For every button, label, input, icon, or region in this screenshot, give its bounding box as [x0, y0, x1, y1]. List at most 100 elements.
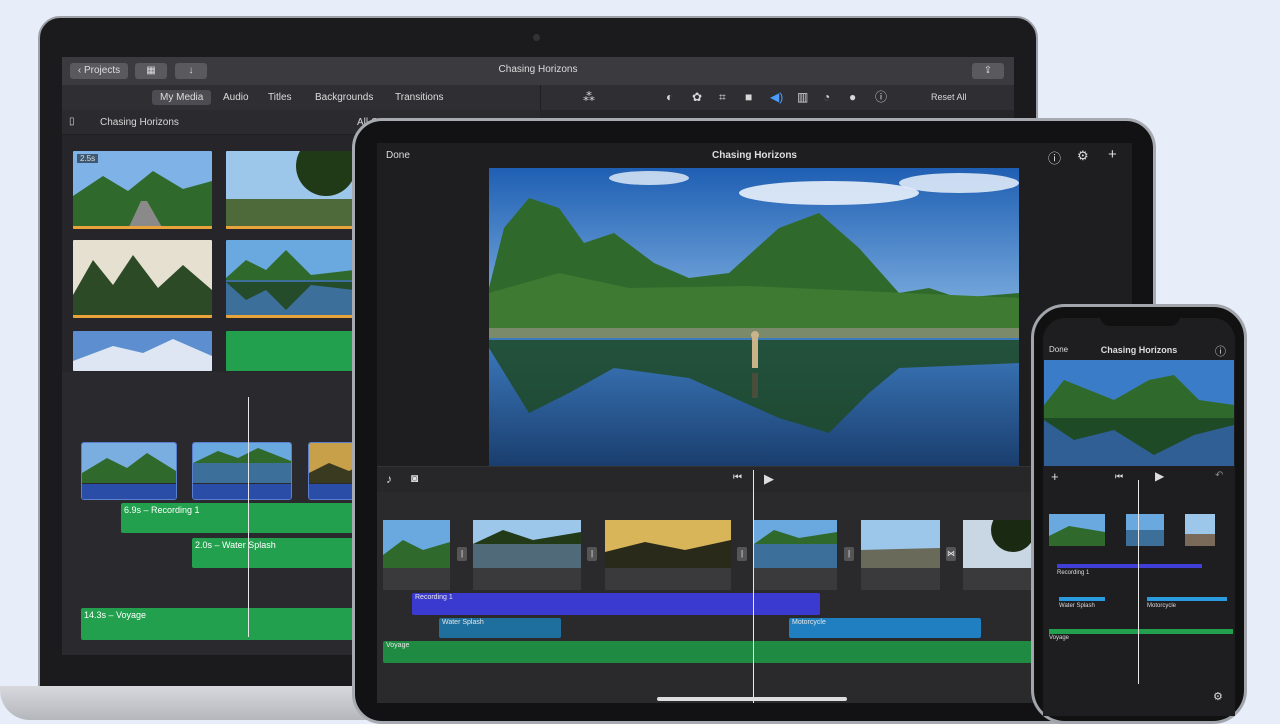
transition-marker[interactable]: | [587, 547, 597, 561]
transition-marker[interactable]: | [457, 547, 467, 561]
color-palette-icon[interactable]: ✿ [692, 90, 702, 104]
share-icon: ⇪ [983, 65, 993, 76]
ipad-timeline: | | | | ⋈ Recording 1 Water Splash Motor… [377, 470, 1132, 703]
video-clip[interactable] [473, 520, 581, 590]
water-splash-audio-clip[interactable]: 2.0s – Water Splash [192, 538, 362, 568]
play-icon[interactable]: ▶ [1155, 469, 1164, 483]
media-thumbnail[interactable] [226, 151, 354, 229]
playhead[interactable] [248, 397, 249, 637]
camera-icon[interactable]: ■ [745, 90, 752, 104]
crop-icon[interactable]: ⌗ [719, 90, 726, 104]
video-clip[interactable] [963, 520, 1033, 590]
settings-icon[interactable]: ⚙ [1213, 690, 1223, 703]
clip-frame [605, 520, 731, 568]
video-preview [1044, 360, 1234, 466]
video-preview [489, 168, 1019, 466]
library-title: Chasing Horizons [100, 117, 179, 128]
window-title: Chasing Horizons [498, 64, 578, 75]
lake-reflection-image [226, 240, 354, 318]
media-thumbnail[interactable]: 2.5s [73, 151, 212, 229]
speed-icon[interactable]: ◔ [823, 90, 830, 104]
video-clip[interactable] [1185, 514, 1215, 546]
clip-frame [1126, 514, 1164, 546]
audio-thumbnail[interactable] [226, 331, 354, 371]
transition-marker[interactable]: | [737, 547, 747, 561]
used-indicator [73, 315, 212, 318]
playhead[interactable] [753, 470, 754, 703]
play-icon[interactable]: ▶ [764, 471, 774, 487]
microphone-icon[interactable]: ♪ [386, 472, 392, 486]
used-indicator [73, 226, 212, 229]
video-clip[interactable] [383, 520, 450, 590]
color-balance-icon[interactable]: ◐ [666, 90, 673, 104]
video-clip[interactable] [1126, 514, 1164, 546]
project-title: Chasing Horizons [711, 150, 797, 161]
video-clip[interactable] [861, 520, 940, 590]
clip-frame [1049, 514, 1105, 546]
video-clip[interactable] [754, 520, 837, 590]
undo-icon[interactable]: ↶ [1215, 470, 1223, 481]
filter-icon[interactable]: ● [849, 90, 856, 104]
share-button[interactable]: ⇪ [972, 63, 1004, 79]
water-splash-track-label: Water Splash [1059, 603, 1095, 609]
media-thumbnail[interactable] [226, 240, 354, 318]
recording-track[interactable]: Recording 1 [412, 593, 820, 615]
lake-mountain-preview-image [1044, 360, 1234, 466]
voyage-music-track[interactable]: Voyage [383, 641, 1043, 663]
clip-audio-waveform [193, 484, 291, 499]
tab-audio[interactable]: Audio [215, 90, 257, 105]
add-icon[interactable]: + [1108, 146, 1117, 163]
tab-transitions[interactable]: Transitions [387, 90, 452, 105]
home-indicator [657, 697, 847, 701]
video-clip[interactable] [81, 442, 177, 500]
info-icon[interactable]: ⓘ [875, 90, 887, 104]
used-indicator [226, 226, 354, 229]
video-clip[interactable] [192, 442, 292, 500]
video-clip[interactable] [1049, 514, 1105, 546]
mac-browser-tabs: My Media Audio Titles Backgrounds Transi… [62, 85, 540, 110]
video-clip[interactable] [605, 520, 731, 590]
clip-frame [1185, 514, 1215, 546]
clip-audio-waveform [82, 484, 176, 499]
equalizer-icon[interactable]: ▥ [797, 90, 808, 104]
transition-marker[interactable]: ⋈ [946, 547, 956, 561]
voyage-music-track[interactable] [1049, 629, 1233, 634]
mac-toolbar: ‹ Projects ▦ ↓ Chasing Horizons ⇪ [62, 57, 1014, 86]
help-icon[interactable]: ⓘ [1215, 343, 1226, 359]
duration-badge: 2.5s [77, 154, 99, 163]
project-title: Chasing Horizons [1100, 345, 1178, 355]
magic-wand-icon[interactable]: ⁂ [583, 90, 595, 104]
clip-frame [383, 520, 450, 568]
iphone-notch [1100, 312, 1180, 326]
add-icon[interactable]: + [1051, 469, 1059, 484]
skip-back-icon[interactable]: ⏮ [733, 472, 742, 483]
photo-camera-icon[interactable]: ◙ [411, 471, 418, 485]
sidebar-icon[interactable]: ▯ [69, 115, 75, 129]
voyage-music-clip[interactable]: 14.3s – Voyage [81, 608, 361, 640]
lake-mountain-preview-image [489, 168, 1019, 466]
motorcycle-track[interactable] [1147, 597, 1227, 601]
transition-marker[interactable]: | [844, 547, 854, 561]
clip-frame [963, 520, 1033, 568]
reset-all-button[interactable]: Reset All [931, 90, 967, 104]
tab-my-media[interactable]: My Media [152, 90, 212, 105]
water-splash-track[interactable]: Water Splash [439, 618, 561, 638]
clip-frame [754, 520, 837, 568]
playhead[interactable] [1138, 480, 1139, 684]
recording-audio-clip[interactable]: 6.9s – Recording 1 [121, 503, 361, 533]
tab-backgrounds[interactable]: Backgrounds [307, 90, 381, 105]
motorcycle-track[interactable]: Motorcycle [789, 618, 981, 638]
tab-titles[interactable]: Titles [260, 90, 300, 105]
skip-back-icon[interactable]: ⏮ [1115, 471, 1123, 482]
media-thumbnail[interactable] [73, 240, 212, 318]
water-splash-track[interactable] [1059, 597, 1105, 601]
voyage-track-label: Voyage [1049, 635, 1070, 641]
help-icon[interactable]: ⓘ [1048, 148, 1061, 167]
ipad-navbar: Done Chasing Horizons ⓘ ⚙ + [377, 143, 1132, 168]
karst-mountains-image [73, 240, 212, 318]
snowy-mountain-image [73, 331, 212, 371]
volume-icon[interactable]: ◀) [770, 90, 783, 104]
media-thumbnail[interactable] [73, 331, 212, 371]
recording-track[interactable] [1057, 564, 1202, 568]
settings-icon[interactable]: ⚙ [1077, 148, 1089, 164]
